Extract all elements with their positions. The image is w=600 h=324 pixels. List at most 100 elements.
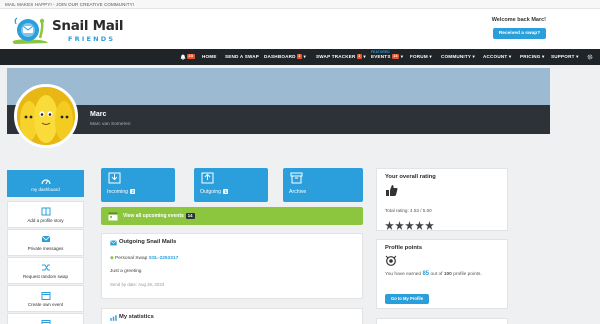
nav-home[interactable]: HOME xyxy=(202,49,217,65)
incoming-label: Incoming 2 xyxy=(107,189,136,195)
envelope-icon xyxy=(110,240,117,246)
swap-type: Personal Swap xyxy=(115,256,148,261)
archive-label: Archive xyxy=(289,189,307,195)
overall-rating-panel: Your overall rating Total rating: 4.53 /… xyxy=(376,168,508,231)
shuffle-icon xyxy=(41,264,50,271)
profile-banner xyxy=(7,68,550,134)
swap-row: ◆ Personal Swap SSL-2252317 xyxy=(110,256,178,261)
statistics-panel: My statistics xyxy=(101,308,363,324)
sidebar-item-label: Request random swap xyxy=(22,274,69,279)
sidebar-item-label: my dashboard xyxy=(31,187,60,192)
outgoing-label: Outgoing 1 xyxy=(200,189,229,195)
nav-support[interactable]: SUPPORT ▾ xyxy=(551,49,579,65)
message-icon xyxy=(41,235,50,242)
nav-settings[interactable] xyxy=(587,49,593,65)
dashboard-icon xyxy=(40,179,51,185)
sidebar-item-label: Create own event xyxy=(27,302,64,307)
outgoing-card[interactable]: Outgoing 1 xyxy=(194,168,268,202)
brand-title: Snail Mail xyxy=(52,18,124,34)
main-navigation: 23 HOME SEND A SWAP DASHBOARD 1 ▾ SWAP TR… xyxy=(0,49,600,65)
bell-icon xyxy=(180,54,186,60)
statistics-title: My statistics xyxy=(119,314,154,320)
avatar-image xyxy=(17,87,75,145)
calendar-icon xyxy=(41,292,50,300)
points-summary: You have earned 85 out of 100 profile po… xyxy=(385,271,482,277)
nav-community-label: COMMUNITY xyxy=(441,54,472,59)
sidebar-item-more[interactable] xyxy=(7,313,84,324)
upcoming-events-button[interactable]: View all upcoming events 14 xyxy=(101,207,363,225)
sidebar-item-dashboard[interactable]: my dashboard xyxy=(7,170,84,197)
nav-community[interactable]: COMMUNITY ▾ xyxy=(441,49,475,65)
archive-card[interactable]: Archive xyxy=(283,168,363,202)
outgoing-mails-title: Outgoing Snail Mails xyxy=(119,239,177,245)
sidebar-item-create-event[interactable]: Create own event xyxy=(7,285,84,312)
points-prefix: You have earned xyxy=(385,272,422,277)
star-icon xyxy=(395,221,404,230)
stats-icon xyxy=(110,315,117,321)
outgoing-mails-panel: Outgoing Snail Mails ◆ Personal Swap SSL… xyxy=(101,233,363,299)
nav-forum[interactable]: FORUM ▾ xyxy=(410,49,432,65)
calendar-icon xyxy=(41,320,50,324)
rating-stars xyxy=(385,217,435,235)
points-middle: out of xyxy=(430,272,443,277)
send-by-date: Send by date: Aug 26, 2023 xyxy=(110,282,165,287)
points-total: 100 xyxy=(443,272,452,277)
upcoming-events-count: 14 xyxy=(185,213,195,219)
site-logo[interactable]: Snail Mail FRIENDS xyxy=(10,13,130,47)
sidebar-item-messages[interactable]: Private messages xyxy=(7,229,84,256)
nav-pricing-label: PRICING xyxy=(520,54,541,59)
welcome-message: Welcome back Marc! xyxy=(491,17,546,23)
nav-swap-tracker[interactable]: SWAP TRACKER 1 ▾ xyxy=(316,49,366,65)
swap-message: Just a greeting xyxy=(110,269,142,274)
banner-info-bar xyxy=(7,105,550,134)
banner-cover xyxy=(7,68,550,105)
nav-account-label: ACCOUNT xyxy=(483,54,508,59)
nav-support-label: SUPPORT xyxy=(551,54,575,59)
nav-pricing[interactable]: PRICING ▾ xyxy=(520,49,545,65)
outgoing-count: 1 xyxy=(223,189,229,194)
events-badge: 14 xyxy=(391,54,400,60)
sidebar-item-profile-story[interactable]: Add a profile story xyxy=(7,201,84,228)
go-to-profile-button[interactable]: Go to My Profile xyxy=(385,294,429,304)
thumbs-up-icon xyxy=(386,185,398,196)
nav-dashboard[interactable]: DASHBOARD 1 ▾ xyxy=(264,49,306,65)
avatar[interactable] xyxy=(14,84,78,148)
upcoming-events-label: View all upcoming events xyxy=(123,213,184,219)
inbox-download-icon xyxy=(108,172,121,184)
snail-logo-icon xyxy=(12,17,49,44)
calendar-icon xyxy=(108,212,118,221)
incoming-text: Incoming xyxy=(107,189,129,195)
profile-real-name: Marc van Someren xyxy=(90,122,131,127)
notification-count-badge: 23 xyxy=(187,54,195,60)
received-swap-button[interactable]: Received a swap? xyxy=(493,28,546,39)
points-medal-icon xyxy=(385,255,397,266)
rating-title: Your overall rating xyxy=(385,174,436,180)
nav-forum-label: FORUM xyxy=(410,54,428,59)
star-icon xyxy=(415,221,424,230)
profile-points-panel: Profile points You have earned 85 out of… xyxy=(376,239,508,309)
gear-icon xyxy=(587,54,593,60)
sidebar-item-label: Add a profile story xyxy=(27,218,64,223)
brand-subtitle: FRIENDS xyxy=(68,35,116,43)
star-icon xyxy=(385,221,394,230)
nav-events-label: EVENTS xyxy=(371,54,391,59)
notifications-bell[interactable]: 23 xyxy=(180,49,195,65)
swap-tracker-badge: 1 xyxy=(356,54,362,60)
nav-send-swap[interactable]: SEND A SWAP xyxy=(225,49,259,65)
total-rating: Total rating: 4.53 / 5.00 xyxy=(385,208,432,213)
sidebar-item-label: Private messages xyxy=(27,246,64,251)
points-suffix: profile points. xyxy=(453,272,482,277)
star-icon xyxy=(405,221,414,230)
nav-account[interactable]: ACCOUNT ▾ xyxy=(483,49,511,65)
swap-id-link[interactable]: SSL-2252317 xyxy=(149,256,179,261)
sidebar-item-random-swap[interactable]: Request random swap xyxy=(7,257,84,284)
nav-events[interactable]: EVENTS 14 ▾ xyxy=(371,49,403,65)
swap-type-icon: ◆ xyxy=(110,256,114,261)
site-header: Snail Mail FRIENDS Welcome back Marc! Re… xyxy=(0,9,600,49)
points-earned: 85 xyxy=(422,271,430,277)
outgoing-text: Outgoing xyxy=(200,189,222,195)
star-icon xyxy=(425,221,434,230)
book-icon xyxy=(41,207,50,216)
incoming-card[interactable]: Incoming 2 xyxy=(101,168,175,202)
nav-dashboard-label: DASHBOARD xyxy=(264,54,296,59)
